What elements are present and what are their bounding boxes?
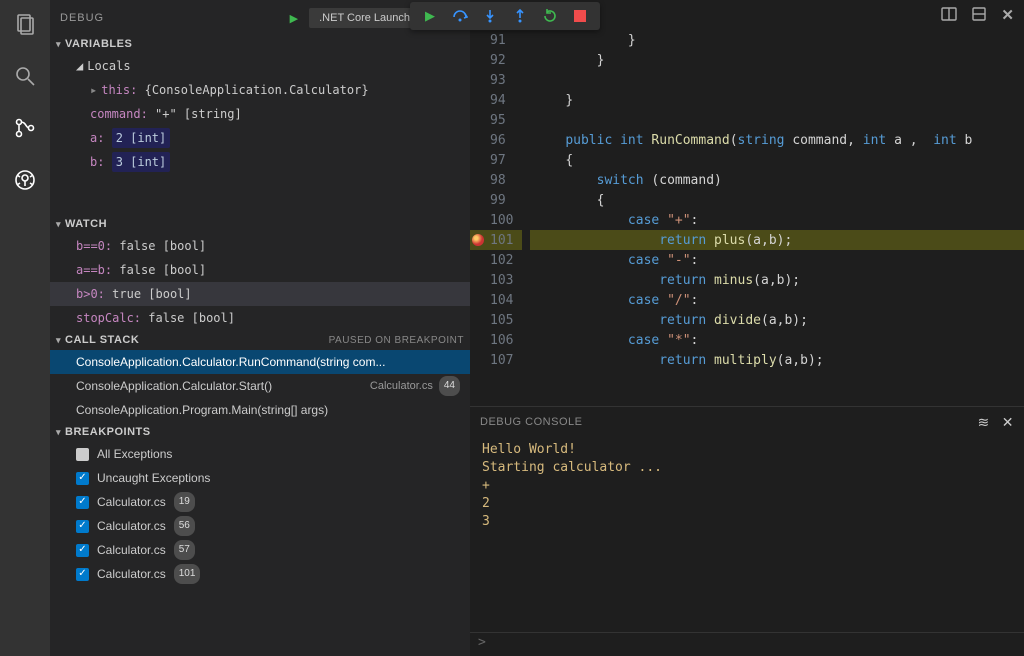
breakpoint-item[interactable]: ✓Calculator.cs56: [50, 514, 470, 538]
debug-icon[interactable]: [11, 166, 39, 194]
debug-console-panel: DEBUG CONSOLE ≋ ✕ Hello World!Starting c…: [470, 406, 1024, 656]
watch-body: b==0: false [bool]a==b: false [bool]b>0:…: [50, 232, 470, 332]
search-icon[interactable]: [11, 62, 39, 90]
chevron-right-icon: ▸: [90, 80, 97, 100]
breakpoint-item[interactable]: All Exceptions: [50, 442, 470, 466]
watch-item[interactable]: stopCalc: false [bool]: [50, 306, 470, 330]
code-editor[interactable]: 9192939495969798991001011021031041051061…: [470, 0, 1024, 406]
checkbox-icon[interactable]: [76, 448, 89, 461]
clear-console-icon[interactable]: ≋: [978, 414, 990, 431]
checkbox-icon[interactable]: ✓: [76, 520, 89, 533]
watch-item[interactable]: b>0: true [bool]: [50, 282, 470, 306]
callstack-body: ConsoleApplication.Calculator.RunCommand…: [50, 348, 470, 424]
section-watch[interactable]: ▾ WATCH: [50, 216, 470, 232]
sidebar-header: DEBUG ▶ .NET Core Launch ⚙: [50, 0, 470, 36]
variable-b[interactable]: b: 3 [int]: [50, 150, 470, 174]
breakpoint-item[interactable]: ✓Calculator.cs57: [50, 538, 470, 562]
step-into-button[interactable]: [482, 8, 498, 24]
debug-toolbar: ▶: [410, 2, 600, 30]
variable-this[interactable]: ▸ this: {ConsoleApplication.Calculator}: [50, 78, 470, 102]
section-variables[interactable]: ▾ VARIABLES: [50, 36, 470, 52]
scope-locals[interactable]: ◢ Locals: [50, 54, 470, 78]
continue-button[interactable]: ▶: [422, 8, 438, 24]
variable-a[interactable]: a: 2 [int]: [50, 126, 470, 150]
breakpoints-body: All Exceptions✓Uncaught Exceptions✓Calcu…: [50, 440, 470, 588]
debug-console-header: DEBUG CONSOLE ≋ ✕: [470, 407, 1024, 437]
checkbox-icon[interactable]: ✓: [76, 472, 89, 485]
activity-bar: [0, 0, 50, 656]
stop-button[interactable]: [572, 8, 588, 24]
checkbox-icon[interactable]: ✓: [76, 544, 89, 557]
paused-status: PAUSED ON BREAKPOINT: [329, 335, 464, 346]
watch-item[interactable]: a==b: false [bool]: [50, 258, 470, 282]
section-breakpoints[interactable]: ▾ BREAKPOINTS: [50, 424, 470, 440]
breakpoint-item[interactable]: ✓Calculator.cs19: [50, 490, 470, 514]
debug-console-input[interactable]: >: [470, 632, 1024, 656]
chevron-down-icon: ◢: [76, 56, 83, 76]
source-control-icon[interactable]: [11, 114, 39, 142]
restart-button[interactable]: [542, 8, 558, 24]
breakpoint-indicator[interactable]: [472, 234, 484, 246]
callstack-frame[interactable]: ConsoleApplication.Calculator.RunCommand…: [50, 350, 470, 374]
chevron-down-icon: ▾: [56, 335, 61, 346]
start-debug-button[interactable]: ▶: [290, 12, 299, 25]
section-callstack[interactable]: ▾ CALL STACK PAUSED ON BREAKPOINT: [50, 332, 470, 348]
callstack-frame[interactable]: ConsoleApplication.Calculator.Start()Cal…: [50, 374, 470, 398]
callstack-frame[interactable]: ConsoleApplication.Program.Main(string[]…: [50, 398, 470, 422]
debug-console-title: DEBUG CONSOLE: [480, 416, 582, 428]
watch-item[interactable]: b==0: false [bool]: [50, 234, 470, 258]
sidebar-title: DEBUG: [60, 12, 104, 24]
variable-command[interactable]: command: "+" [string]: [50, 102, 470, 126]
checkbox-icon[interactable]: ✓: [76, 496, 89, 509]
chevron-down-icon: ▾: [56, 219, 61, 230]
editor-area: ▶ ✕ 919293949596979899100101102103104105…: [470, 0, 1024, 656]
step-out-button[interactable]: [512, 8, 528, 24]
explorer-icon[interactable]: [11, 10, 39, 38]
variables-body: ◢ Locals ▸ this: {ConsoleApplication.Cal…: [50, 52, 470, 176]
breakpoint-item[interactable]: ✓Uncaught Exceptions: [50, 466, 470, 490]
chevron-down-icon: ▾: [56, 427, 61, 438]
debug-sidebar: DEBUG ▶ .NET Core Launch ⚙ ▾ VARIABLES ◢…: [50, 0, 470, 656]
debug-console-output[interactable]: Hello World!Starting calculator ...+23: [470, 437, 1024, 632]
checkbox-icon[interactable]: ✓: [76, 568, 89, 581]
close-panel-icon[interactable]: ✕: [1002, 414, 1014, 431]
breakpoint-item[interactable]: ✓Calculator.cs101: [50, 562, 470, 586]
chevron-down-icon: ▾: [56, 39, 61, 50]
step-over-button[interactable]: [452, 8, 468, 24]
